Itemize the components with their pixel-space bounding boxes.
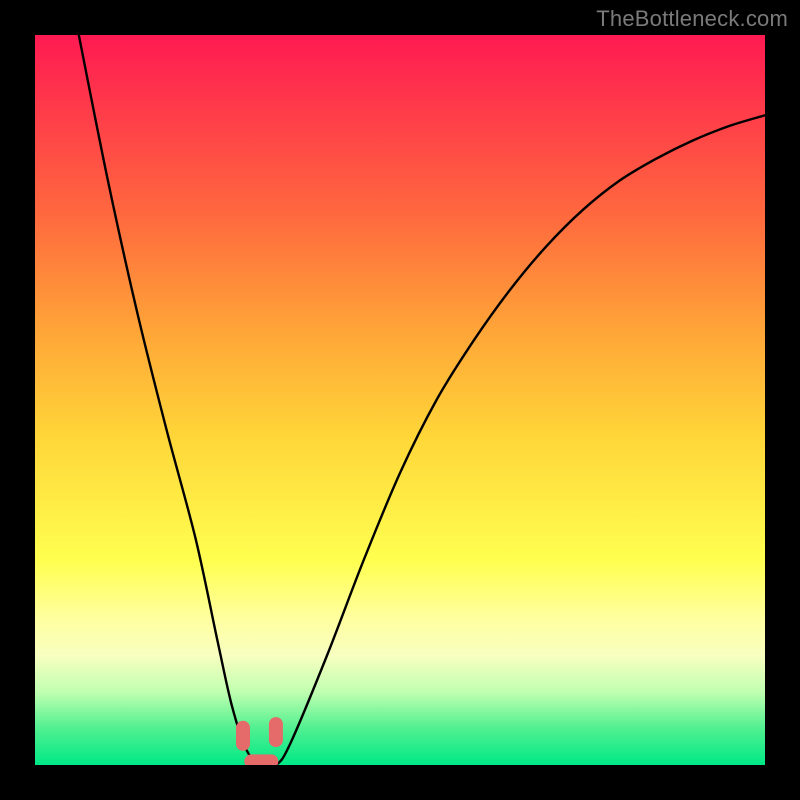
chart-frame: TheBottleneck.com [0, 0, 800, 800]
watermark-text: TheBottleneck.com [596, 6, 788, 32]
min-marker-left [236, 721, 250, 751]
plot-area [35, 35, 765, 765]
minimum-markers [236, 717, 283, 765]
curve-layer [35, 35, 765, 765]
min-marker-base [244, 754, 278, 765]
bottleneck-curve [79, 35, 765, 765]
min-marker-right [269, 717, 283, 747]
